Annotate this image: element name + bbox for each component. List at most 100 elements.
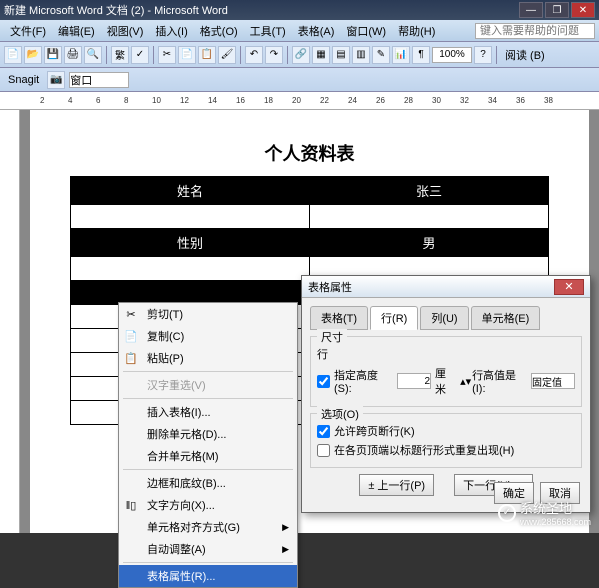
shield-icon: ✓ xyxy=(498,504,516,522)
specify-height-label: 指定高度(S): xyxy=(334,367,393,395)
drawing-icon[interactable]: ✎ xyxy=(372,46,390,64)
height-value-input[interactable] xyxy=(397,373,431,389)
dialog-titlebar: 表格属性 ✕ xyxy=(302,276,590,298)
snagit-target-combo[interactable] xyxy=(69,72,129,88)
help-icon[interactable]: ? xyxy=(474,46,492,64)
tab-column[interactable]: 列(U) xyxy=(420,306,468,330)
tab-row[interactable]: 行(R) xyxy=(370,306,418,330)
chevron-right-icon: ▶ xyxy=(282,522,289,533)
size-group: 尺寸 行 指定高度(S): 厘米 ▴▾ 行高值是(I): xyxy=(310,336,582,407)
repeat-header-label: 在各页顶端以标题行形式重复出现(H) xyxy=(334,442,514,458)
snagit-capture-icon[interactable]: 📷 xyxy=(47,71,65,89)
dialog-title: 表格属性 xyxy=(308,279,352,295)
ctx-borders[interactable]: 边框和底纹(B)... xyxy=(119,472,297,494)
menu-file[interactable]: 文件(F) xyxy=(4,21,52,41)
ruler-horizontal[interactable]: 2 4 6 8 10 12 14 16 18 20 22 24 26 28 30… xyxy=(0,92,599,110)
paste-icon[interactable]: 📋 xyxy=(198,46,216,64)
ctx-autofit[interactable]: 自动调整(A)▶ xyxy=(119,538,297,560)
spellcheck-icon[interactable]: ✓ xyxy=(131,46,149,64)
undo-icon[interactable]: ↶ xyxy=(245,46,263,64)
link-icon[interactable]: 🔗 xyxy=(292,46,310,64)
print-icon[interactable]: 🖨 xyxy=(64,46,82,64)
cut-icon[interactable]: ✂ xyxy=(158,46,176,64)
ruler-vertical[interactable] xyxy=(0,110,20,533)
allow-break-label: 允许跨页断行(K) xyxy=(334,423,415,439)
column-icon[interactable]: ▥ xyxy=(352,46,370,64)
paste-icon: 📋 xyxy=(123,350,139,366)
ctx-delete-cells[interactable]: 删除单元格(D)... xyxy=(119,423,297,445)
row-label: 行 xyxy=(317,346,328,362)
titlebar: 新建 Microsoft Word 文档 (2) - Microsoft Wor… xyxy=(0,0,599,20)
menu-edit[interactable]: 编辑(E) xyxy=(52,21,101,41)
tab-table[interactable]: 表格(T) xyxy=(310,306,368,330)
watermark: ✓ 系统圣地 www.285668.com xyxy=(498,498,591,527)
window-title: 新建 Microsoft Word 文档 (2) - Microsoft Wor… xyxy=(4,2,519,18)
save-icon[interactable]: 💾 xyxy=(44,46,62,64)
size-group-title: 尺寸 xyxy=(317,329,347,345)
table-row xyxy=(71,205,549,229)
options-group-title: 选项(O) xyxy=(317,406,363,422)
menu-format[interactable]: 格式(O) xyxy=(194,21,244,41)
menu-window[interactable]: 窗口(W) xyxy=(340,21,392,41)
doc-map-icon[interactable]: ¶ xyxy=(412,46,430,64)
repeat-header-checkbox[interactable] xyxy=(317,444,330,457)
height-is-combo[interactable] xyxy=(531,373,575,389)
cell-gender-label[interactable]: 性别 xyxy=(71,229,310,257)
open-icon[interactable]: 📂 xyxy=(24,46,42,64)
ctx-insert-table[interactable]: 插入表格(I)... xyxy=(119,401,297,423)
ctx-copy[interactable]: 📄复制(C) xyxy=(119,325,297,347)
format-painter-icon[interactable]: 🖌 xyxy=(218,46,236,64)
ctx-cut[interactable]: ✂剪切(T) xyxy=(119,303,297,325)
ctx-reconvert: 汉字重选(V) xyxy=(119,374,297,396)
watermark-url: www.285668.com xyxy=(520,517,591,527)
ctx-cell-align[interactable]: 单元格对齐方式(G)▶ xyxy=(119,516,297,538)
cell-gender-value[interactable]: 男 xyxy=(310,229,549,257)
table-row: 性别 男 xyxy=(71,229,549,257)
dialog-tabs: 表格(T) 行(R) 列(U) 单元格(E) xyxy=(310,306,582,330)
spinner-icon[interactable]: ▴▾ xyxy=(460,375,468,388)
menu-table[interactable]: 表格(A) xyxy=(292,21,341,41)
help-search-input[interactable] xyxy=(475,23,595,39)
ctx-table-properties[interactable]: 表格属性(R)... xyxy=(119,565,297,587)
document-title[interactable]: 个人资料表 xyxy=(70,140,549,166)
new-doc-icon[interactable]: 📄 xyxy=(4,46,22,64)
excel-icon[interactable]: ▤ xyxy=(332,46,350,64)
ctx-paste[interactable]: 📋粘贴(P) xyxy=(119,347,297,369)
font-convert-button[interactable]: 繁 xyxy=(111,46,129,64)
height-is-label: 行高值是(I): xyxy=(472,367,527,395)
prev-row-button[interactable]: ± 上一行(P) xyxy=(359,474,434,496)
dialog-body: 表格(T) 行(R) 列(U) 单元格(E) 尺寸 行 指定高度(S): 厘米 … xyxy=(302,298,590,507)
cell-empty[interactable] xyxy=(310,205,549,229)
allow-break-checkbox[interactable] xyxy=(317,425,330,438)
ctx-merge-cells[interactable]: 合并单元格(M) xyxy=(119,445,297,467)
cell-name-label[interactable]: 姓名 xyxy=(71,177,310,205)
cell-empty[interactable] xyxy=(71,281,310,305)
menu-tools[interactable]: 工具(T) xyxy=(244,21,292,41)
menu-help[interactable]: 帮助(H) xyxy=(392,21,441,41)
menu-insert[interactable]: 插入(I) xyxy=(149,21,193,41)
cell-empty[interactable] xyxy=(71,205,310,229)
tab-cell[interactable]: 单元格(E) xyxy=(471,306,541,330)
copy-icon: 📄 xyxy=(123,328,139,344)
dialog-close-button[interactable]: ✕ xyxy=(554,279,584,295)
copy-icon[interactable]: 📄 xyxy=(178,46,196,64)
menu-view[interactable]: 视图(V) xyxy=(101,21,150,41)
separator xyxy=(123,398,293,399)
preview-icon[interactable]: 🔍 xyxy=(84,46,102,64)
cell-empty[interactable] xyxy=(71,257,310,281)
cell-name-value[interactable]: 张三 xyxy=(310,177,549,205)
close-button[interactable]: ✕ xyxy=(571,2,595,18)
maximize-button[interactable]: ❐ xyxy=(545,2,569,18)
ctx-text-direction[interactable]: ‖▯文字方向(X)... xyxy=(119,494,297,516)
separator xyxy=(123,562,293,563)
redo-icon[interactable]: ↷ xyxy=(265,46,283,64)
chart-icon[interactable]: 📊 xyxy=(392,46,410,64)
watermark-text: 系统圣地 xyxy=(520,498,591,517)
table-properties-dialog: 表格属性 ✕ 表格(T) 行(R) 列(U) 单元格(E) 尺寸 行 指定高度(… xyxy=(301,275,591,513)
separator xyxy=(240,46,241,64)
specify-height-checkbox[interactable] xyxy=(317,375,330,388)
table-icon[interactable]: ▦ xyxy=(312,46,330,64)
zoom-input[interactable] xyxy=(432,47,472,63)
minimize-button[interactable]: — xyxy=(519,2,543,18)
read-mode-button[interactable]: 阅读 (B) xyxy=(501,47,549,63)
